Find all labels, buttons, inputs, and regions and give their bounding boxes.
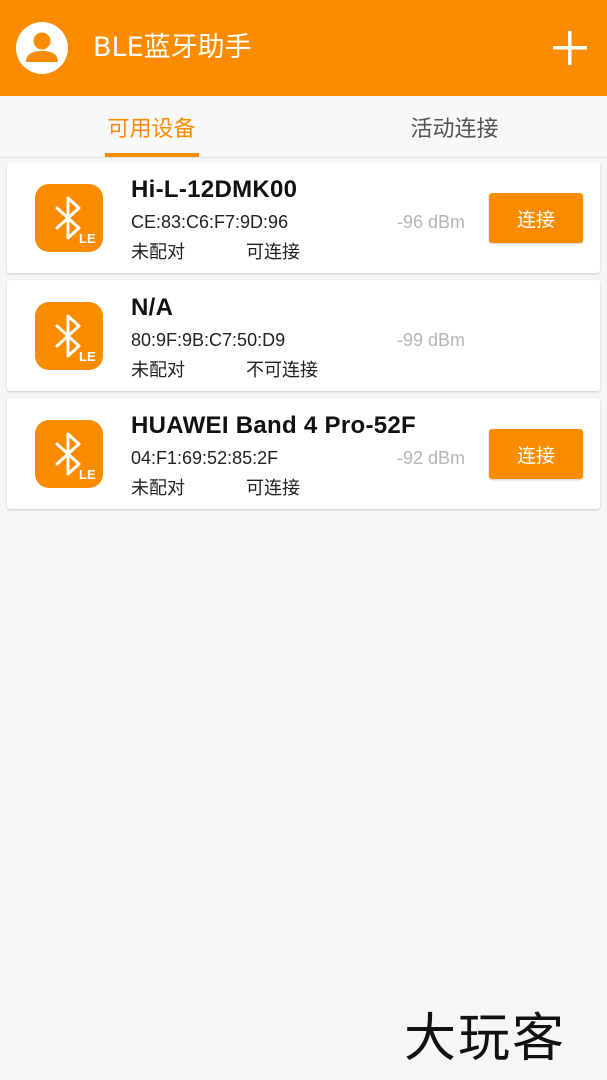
device-name: N/A <box>131 294 174 321</box>
rssi-value: -99 dBm <box>397 330 466 350</box>
bluetooth-le-icon: LE <box>35 420 103 488</box>
device-mac: CE:83:C6:F7:9D:96 <box>131 212 289 232</box>
device-name: HUAWEI Band 4 Pro-52F <box>131 412 417 439</box>
svg-text:LE: LE <box>79 349 96 364</box>
device-card[interactable]: LE Hi-L-12DMK00 CE:83:C6:F7:9D:96 未配对 可连… <box>7 162 600 273</box>
connect-button[interactable]: 连接 <box>489 429 583 479</box>
connect-button[interactable]: 连接 <box>489 193 583 243</box>
connectable-status: 不可连接 <box>246 360 318 381</box>
pairing-status: 未配对 <box>131 478 185 499</box>
connectable-status: 可连接 <box>246 478 300 499</box>
bluetooth-le-icon: LE <box>35 302 103 370</box>
connectable-status: 可连接 <box>246 242 300 263</box>
app-title: BLE蓝牙助手 <box>93 32 252 63</box>
app-bar: BLE蓝牙助手 <box>0 0 607 96</box>
watermark-logo: 大玩客 <box>404 1009 567 1069</box>
tab-bar: 可用设备 活动连接 <box>0 96 607 158</box>
svg-text:LE: LE <box>79 467 96 482</box>
tab-active-connections[interactable]: 活动连接 <box>303 96 606 158</box>
device-mac: 04:F1:69:52:85:2F <box>131 448 279 468</box>
device-mac: 80:9F:9B:C7:50:D9 <box>131 330 286 350</box>
pairing-status: 未配对 <box>131 360 185 381</box>
bluetooth-le-icon: LE <box>35 184 103 252</box>
tab-indicator <box>105 153 199 157</box>
plus-icon[interactable] <box>548 26 592 70</box>
pairing-status: 未配对 <box>131 242 185 263</box>
tab-available-devices[interactable]: 可用设备 <box>0 96 303 158</box>
rssi-value: -96 dBm <box>397 212 466 232</box>
device-name: Hi-L-12DMK00 <box>131 176 298 203</box>
svg-text:LE: LE <box>79 231 96 246</box>
device-card[interactable]: LE HUAWEI Band 4 Pro-52F 04:F1:69:52:85:… <box>7 398 600 509</box>
user-avatar-icon[interactable] <box>16 22 68 74</box>
device-card[interactable]: LE N/A 80:9F:9B:C7:50:D9 未配对 不可连接 -99 dB… <box>7 280 600 391</box>
rssi-value: -92 dBm <box>397 448 466 468</box>
